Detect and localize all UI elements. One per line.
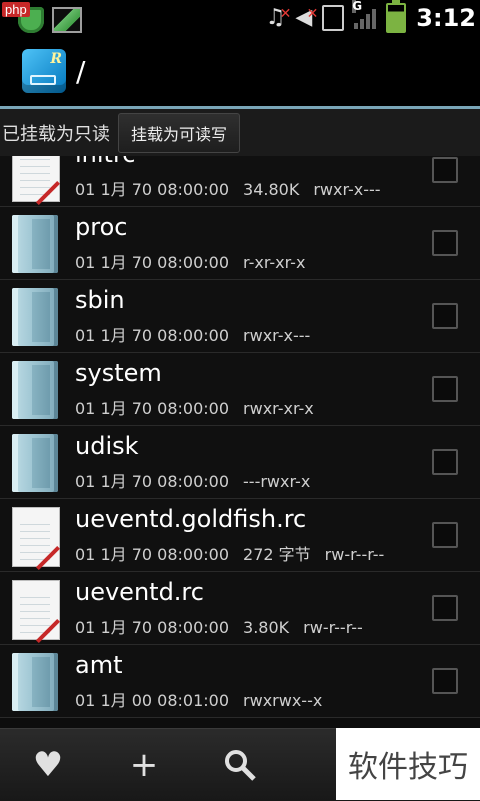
file-meta: 01 1月 70 08:00:00 rwxr-x---	[75, 322, 310, 346]
file-row[interactable]: proc 01 1月 70 08:00:00 r-xr-xr-x	[0, 207, 480, 280]
select-checkbox[interactable]	[432, 230, 458, 256]
folder-icon	[12, 215, 58, 273]
select-checkbox[interactable]	[432, 668, 458, 694]
file-name: system	[75, 359, 162, 387]
pen-icon	[35, 545, 61, 571]
file-meta: 01 1月 70 08:00:00 rwxr-xr-x	[75, 395, 314, 419]
file-name: ueventd.goldfish.rc	[75, 505, 307, 533]
select-checkbox[interactable]	[432, 376, 458, 402]
select-checkbox[interactable]	[432, 303, 458, 329]
app-logo-icon[interactable]: R	[22, 49, 66, 93]
file-name: ueventd.rc	[75, 578, 204, 606]
file-meta: 01 1月 70 08:00:00 34.80K rwxr-x---	[75, 176, 381, 200]
favorites-heart-icon[interactable]: ♥	[0, 729, 96, 801]
title-bar: R /	[0, 36, 480, 106]
image-notification-icon	[52, 7, 82, 33]
file-date: 01 1月 70 08:00:00	[75, 545, 230, 564]
text-file-icon	[12, 507, 61, 571]
file-permissions: rw-r--r--	[324, 545, 385, 564]
search-glyph	[225, 750, 256, 781]
file-date: 01 1月 70 08:00:00	[75, 399, 230, 418]
search-icon[interactable]	[192, 729, 288, 801]
file-date: 01 1月 70 08:00:00	[75, 326, 230, 345]
drawer-shape	[30, 75, 56, 85]
file-permissions: rwxr-x---	[313, 180, 381, 199]
file-date: 01 1月 70 08:00:00	[75, 472, 230, 491]
php-badge: php	[2, 2, 30, 17]
sim-card-icon	[322, 5, 345, 31]
file-name: initrc	[75, 156, 136, 168]
file-meta: 01 1月 00 08:01:00 rwxrwx--x	[75, 687, 322, 711]
file-permissions: rw-r--r--	[303, 618, 363, 637]
file-date: 01 1月 70 08:00:00	[75, 180, 230, 199]
file-list-content: initrc 01 1月 70 08:00:00 34.80K rwxr-x--- pr…	[0, 156, 480, 718]
file-permissions: ---rwxr-x	[243, 472, 311, 491]
app-logo-letter: R	[50, 51, 62, 67]
system-icons: ♫ ✕ ◀ ✕ G 3:12	[266, 0, 476, 36]
add-plus-icon[interactable]: +	[96, 729, 192, 801]
file-name: sbin	[75, 286, 125, 314]
file-row[interactable]: udisk 01 1月 70 08:00:00 ---rwxr-x	[0, 426, 480, 499]
select-checkbox[interactable]	[432, 449, 458, 475]
file-list[interactable]: initrc 01 1月 70 08:00:00 34.80K rwxr-x--- pr…	[0, 156, 480, 728]
file-row[interactable]: system 01 1月 70 08:00:00 rwxr-xr-x	[0, 353, 480, 426]
clock: 3:12	[416, 4, 476, 32]
file-size: 34.80K	[243, 180, 300, 199]
file-permissions: rwxr-x---	[243, 326, 311, 345]
file-date: 01 1月 00 08:01:00	[75, 691, 230, 710]
folder-icon	[12, 288, 58, 346]
mount-status-label: 已挂载为只读	[2, 123, 110, 145]
file-row[interactable]: sbin 01 1月 70 08:00:00 rwxr-x---	[0, 280, 480, 353]
network-type-label: G	[352, 0, 363, 13]
file-permissions: rwxrwx--x	[243, 691, 323, 710]
mount-bar: 已挂载为只读 挂载为可读写	[0, 109, 480, 156]
music-muted-icon: ♫ ✕	[265, 5, 292, 30]
select-checkbox[interactable]	[432, 157, 458, 183]
file-meta: 01 1月 70 08:00:00 3.80K rw-r--r--	[75, 614, 363, 638]
watermark: 软件技巧	[336, 728, 480, 800]
file-permissions: r-xr-xr-x	[243, 253, 306, 272]
file-row[interactable]: ueventd.goldfish.rc 01 1月 70 08:00:00 272 …	[0, 499, 480, 572]
select-checkbox[interactable]	[432, 595, 458, 621]
pen-icon	[35, 618, 61, 644]
folder-icon	[12, 653, 58, 711]
file-name: proc	[75, 213, 128, 241]
file-date: 01 1月 70 08:00:00	[75, 253, 230, 272]
file-date: 01 1月 70 08:00:00	[75, 618, 230, 637]
status-bar: php ♫ ✕ ◀ ✕ G 3:12	[0, 0, 480, 36]
select-checkbox[interactable]	[432, 522, 458, 548]
folder-icon	[12, 434, 58, 492]
file-name: amt	[75, 651, 123, 679]
file-row[interactable]: initrc 01 1月 70 08:00:00 34.80K rwxr-x---	[0, 156, 480, 207]
signal-strength-icon: G	[352, 0, 377, 29]
file-permissions: rwxr-xr-x	[243, 399, 314, 418]
file-row[interactable]: amt 01 1月 00 08:01:00 rwxrwx--x	[0, 645, 480, 718]
file-size: 272 字节	[243, 545, 311, 564]
text-file-icon	[12, 580, 61, 644]
file-size: 3.80K	[243, 618, 290, 637]
battery-icon	[386, 0, 407, 33]
file-meta: 01 1月 70 08:00:00 272 字节 rw-r--r--	[75, 541, 384, 565]
folder-icon	[12, 361, 58, 419]
mount-read-write-button[interactable]: 挂载为可读写	[118, 112, 241, 153]
current-path: /	[76, 54, 86, 88]
file-name: udisk	[75, 432, 139, 460]
file-row[interactable]: ueventd.rc 01 1月 70 08:00:00 3.80K rw-r--r-…	[0, 572, 480, 645]
file-meta: 01 1月 70 08:00:00 ---rwxr-x	[75, 468, 310, 492]
pen-icon	[35, 180, 61, 206]
file-meta: 01 1月 70 08:00:00 r-xr-xr-x	[75, 249, 305, 273]
text-file-icon	[12, 156, 61, 206]
volume-muted-icon: ◀ ✕	[295, 5, 319, 30]
